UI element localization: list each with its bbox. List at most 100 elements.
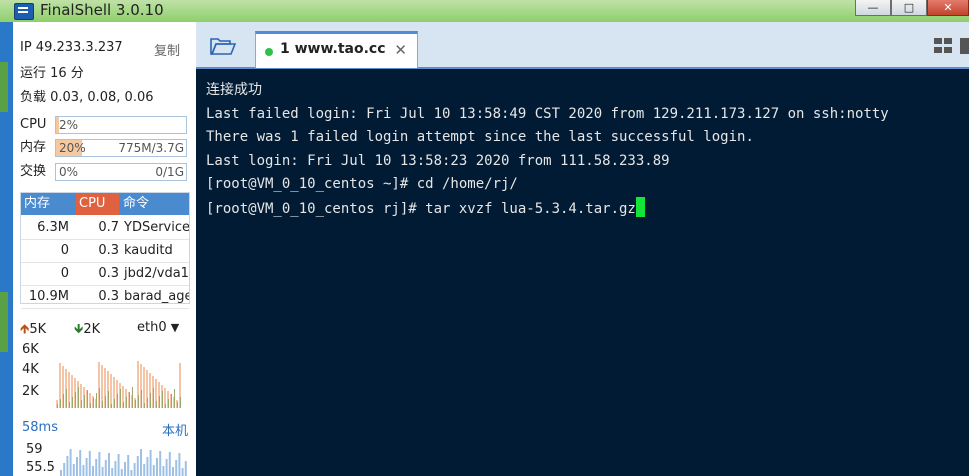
net-bar-down — [114, 399, 115, 408]
ping-bar — [149, 450, 152, 476]
terminal-panel: 1 www.tao.cc ✕ 连接成功 Last failed login: Fr… — [196, 22, 969, 476]
ping-bar — [101, 467, 104, 476]
net-bar-down — [144, 403, 145, 408]
table-row[interactable]: 10.9M 0.3 barad_agent — [21, 286, 189, 309]
ping-latency: 58ms — [22, 420, 58, 435]
net-bar-down — [108, 391, 109, 408]
net-bar-down — [162, 391, 163, 408]
ping-bar — [175, 460, 178, 476]
download-rate: 2K — [83, 322, 101, 337]
swap-label: 交换 — [20, 164, 47, 179]
arrow-up-icon: 🡹 — [20, 322, 30, 337]
close-icon[interactable]: ✕ — [394, 41, 407, 59]
ping-target[interactable]: 本机 — [162, 420, 188, 439]
net-bar-down — [159, 396, 160, 408]
tab-label: 1 www.tao.cc — [280, 41, 386, 57]
ping-bar — [146, 457, 149, 476]
net-bar-down — [105, 396, 106, 408]
table-row[interactable]: 0 0.3 kauditd — [21, 240, 189, 263]
ping-bar — [165, 459, 168, 476]
ping-bar — [127, 455, 130, 476]
ip-address: IP 49.233.3.237 — [20, 40, 123, 55]
ping-bar — [98, 452, 101, 476]
net-bar-down — [63, 394, 64, 408]
interface-select[interactable]: eth0 ▼ — [137, 320, 179, 335]
cell-mem: 6.3M — [37, 220, 69, 235]
cpu-label: CPU — [20, 117, 47, 132]
cell-cpu: 0.3 — [98, 243, 119, 258]
ping-bar — [85, 458, 88, 476]
ping-bar — [108, 453, 110, 476]
net-bar-down — [138, 395, 139, 408]
process-table: 内存 CPU 命令 6.3M 0.7 YDService 0 0.3 kaudi… — [20, 192, 190, 309]
minimize-button[interactable]: — — [855, 0, 891, 16]
terminal-line: [root@VM_0_10_centos ~]# cd /home/rj/ — [206, 176, 518, 192]
ping-bar — [124, 462, 126, 476]
interface-name: eth0 — [137, 320, 167, 335]
net-bar-down — [72, 397, 73, 408]
ping-bar — [111, 468, 114, 476]
network-graph — [56, 361, 181, 408]
net-bar-down — [141, 390, 142, 408]
tab-session[interactable]: 1 www.tao.cc ✕ — [255, 31, 418, 68]
ping-bar — [143, 464, 146, 476]
desktop-edge — [0, 22, 13, 476]
column-command[interactable]: 命令 — [120, 193, 192, 215]
ping-y-label: 59 — [26, 442, 43, 457]
net-bar-down — [78, 387, 79, 408]
terminal-line: Last login: Fri Jul 10 13:58:23 2020 fro… — [206, 152, 670, 169]
cell-mem: 0 — [60, 243, 69, 258]
process-table-header: 内存 CPU 命令 — [21, 193, 189, 215]
net-bar-down — [123, 402, 124, 408]
title-bar: FinalShell 3.0.10 — □ ✕ — [0, 0, 969, 23]
upload-rate: 5K — [29, 322, 47, 337]
download-rate-group: 🡻2K — [74, 320, 100, 342]
ping-bar — [156, 458, 158, 476]
swap-bar: 0% 0/1G — [55, 163, 187, 181]
ping-bar — [133, 463, 136, 476]
ping-bar — [184, 461, 187, 476]
ping-bar — [104, 460, 107, 476]
close-window-button[interactable]: ✕ — [927, 0, 969, 16]
ping-bar — [140, 449, 142, 476]
net-bar-down — [111, 404, 112, 408]
net-bar-down — [84, 395, 85, 408]
net-bar-down — [96, 393, 97, 408]
cpu-percent: 2% — [59, 118, 79, 132]
cell-cpu: 0.7 — [98, 220, 119, 235]
cell-mem: 0 — [60, 266, 69, 281]
folder-open-icon[interactable] — [210, 36, 236, 56]
net-bar-down — [57, 404, 58, 408]
column-mem[interactable]: 内存 — [21, 193, 76, 215]
ping-bar — [181, 468, 184, 476]
ping-bar — [172, 467, 174, 476]
cell-command: jbd2/vda1 — [124, 266, 189, 281]
maximize-button[interactable]: □ — [891, 0, 927, 16]
terminal-line: There was 1 failed login attempt since t… — [206, 129, 754, 145]
copy-button[interactable]: 复制 — [154, 40, 180, 59]
cell-cpu: 0.3 — [98, 266, 119, 281]
app-icon — [14, 3, 34, 20]
ping-bar — [168, 452, 171, 476]
ping-bar — [117, 454, 120, 476]
net-bar-down — [174, 389, 175, 408]
table-row[interactable]: 0 0.3 jbd2/vda1 — [21, 263, 189, 286]
ping-bar — [72, 464, 75, 476]
grid-layout-icon[interactable] — [934, 38, 954, 54]
cell-command: kauditd — [124, 243, 173, 258]
ping-bar — [95, 459, 98, 476]
ping-bar — [162, 466, 165, 476]
net-bar-down — [90, 403, 91, 408]
window-title: FinalShell 3.0.10 — [40, 1, 164, 19]
net-y-label: 4K — [22, 362, 39, 377]
terminal-output[interactable]: 连接成功 Last failed login: Fri Jul 10 13:58:… — [206, 79, 889, 221]
terminal-command: [root@VM_0_10_centos rj]# tar xvzf lua-5… — [206, 200, 636, 217]
ping-bar — [69, 449, 72, 476]
net-bar-down — [102, 401, 103, 408]
net-bar-down — [147, 398, 148, 408]
table-row[interactable]: 6.3M 0.7 YDService — [21, 217, 189, 240]
menu-icon[interactable] — [960, 38, 969, 54]
ping-bar — [60, 470, 62, 476]
net-bar-down — [117, 394, 118, 408]
column-cpu[interactable]: CPU — [76, 193, 119, 215]
